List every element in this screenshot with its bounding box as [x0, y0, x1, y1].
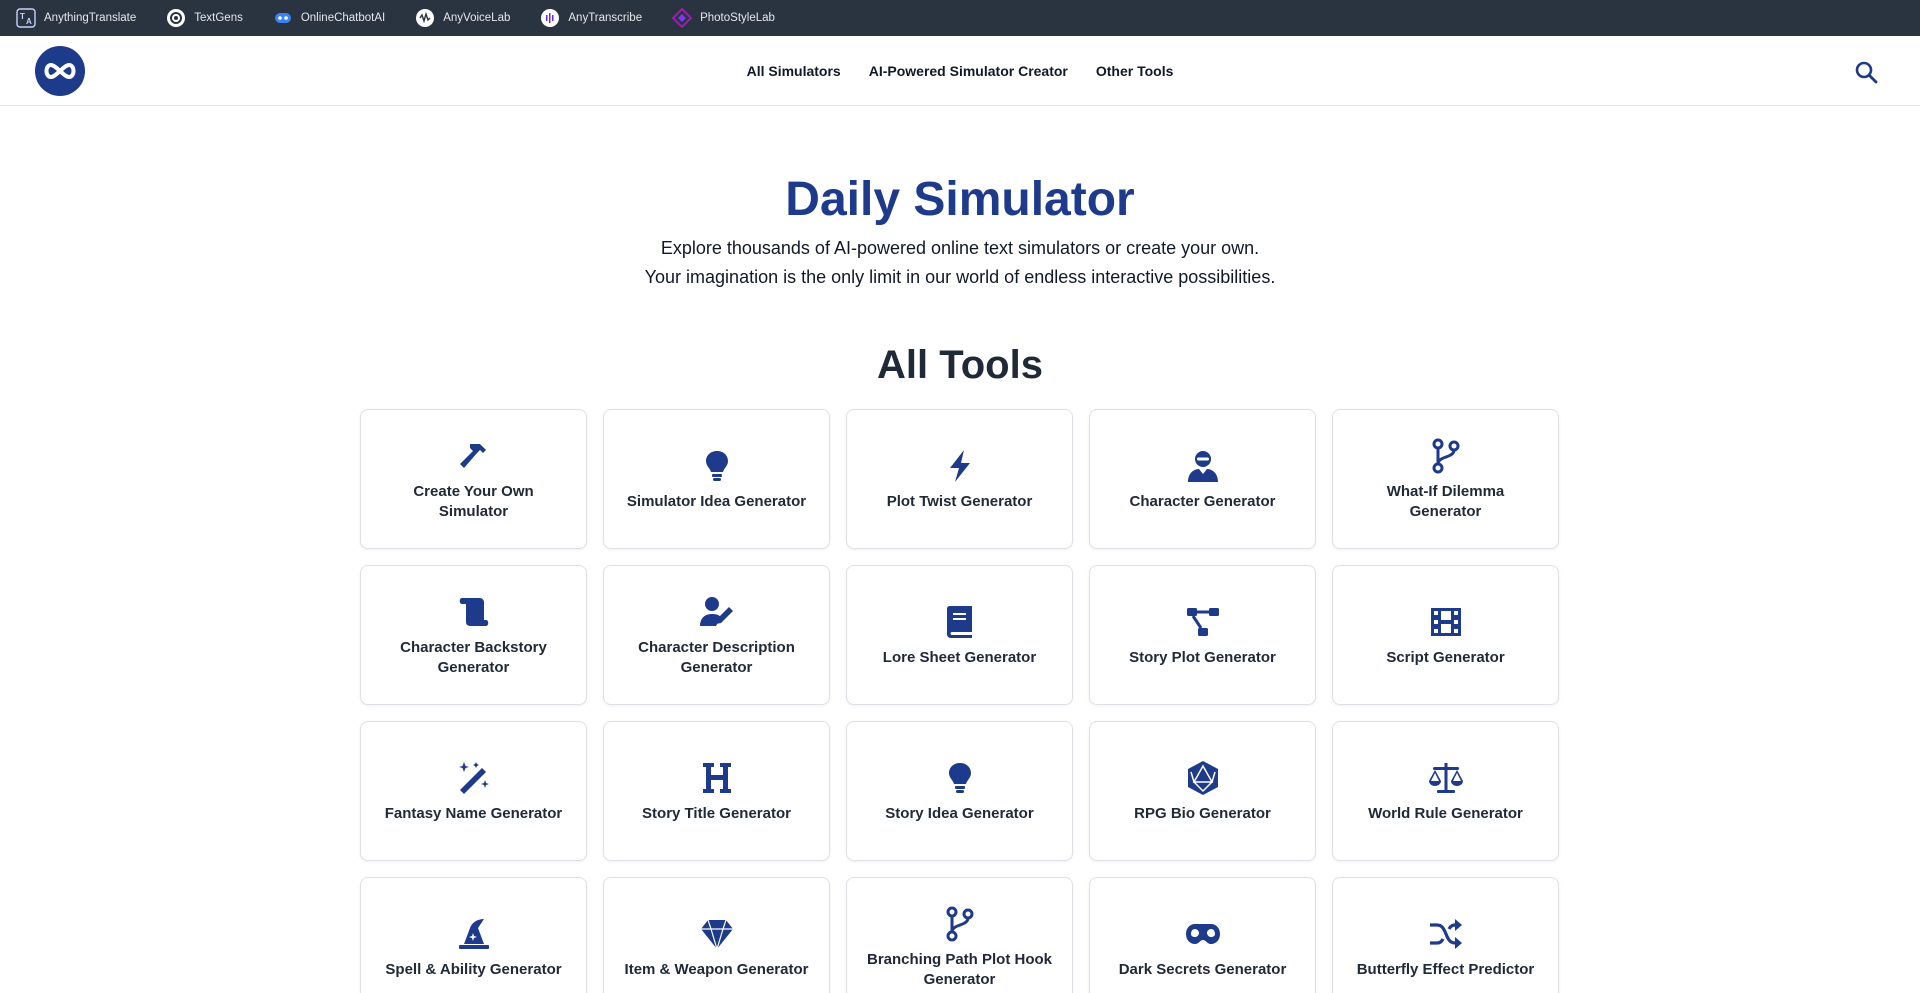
- nav-simulator-creator[interactable]: AI-Powered Simulator Creator: [869, 63, 1068, 79]
- tool-card[interactable]: Character Backstory Generator: [360, 565, 587, 705]
- tool-card[interactable]: Story Idea Generator: [846, 721, 1073, 861]
- tool-card[interactable]: Dark Secrets Generator: [1089, 877, 1316, 993]
- lightbulb-icon: [697, 446, 737, 486]
- tool-label: RPG Bio Generator: [1134, 805, 1271, 822]
- tools-grid: Create Your Own Simulator Simulator Idea…: [360, 409, 1560, 993]
- tool-label: Butterfly Effect Predictor: [1356, 961, 1535, 978]
- book-icon: [940, 602, 980, 642]
- tool-label: Create Your Own Simulator: [413, 483, 534, 520]
- partner-label: PhotoStyleLab: [700, 12, 775, 24]
- tool-card[interactable]: Story Title Generator: [603, 721, 830, 861]
- tool-card[interactable]: Story Plot Generator: [1089, 565, 1316, 705]
- tool-card[interactable]: Character Description Generator: [603, 565, 830, 705]
- partner-label: AnyTranscribe: [568, 12, 643, 24]
- tool-label: Dark Secrets Generator: [1118, 961, 1287, 978]
- heading-icon: [697, 758, 737, 798]
- tool-card[interactable]: What-If Dilemma Generator: [1332, 409, 1559, 549]
- tool-card[interactable]: Create Your Own Simulator: [360, 409, 587, 549]
- partner-link-anythingtranslate[interactable]: TA AnythingTranslate: [16, 0, 136, 36]
- scale-balanced-icon: [1426, 758, 1466, 798]
- tool-label: Lore Sheet Generator: [882, 649, 1037, 666]
- tool-card[interactable]: Item & Weapon Generator: [603, 877, 830, 993]
- partner-link-anyvoicelab[interactable]: AnyVoiceLab: [415, 0, 510, 36]
- section-heading: All Tools: [877, 343, 1043, 387]
- tool-card[interactable]: Fantasy Name Generator: [360, 721, 587, 861]
- partner-link-onlinechatbotai[interactable]: OnlineChatbotAI: [273, 0, 385, 36]
- gem-icon: [697, 914, 737, 954]
- bolt-icon: [940, 446, 980, 486]
- transcribe-icon: [540, 8, 560, 28]
- translate-icon: TA: [16, 8, 36, 28]
- svg-text:T: T: [20, 12, 25, 21]
- main-nav: All Simulators AI-Powered Simulator Crea…: [0, 36, 1920, 106]
- hero-description: Your imagination is the only limit in ou…: [644, 267, 1276, 287]
- tool-label: Script Generator: [1386, 649, 1505, 666]
- scroll-icon: [454, 592, 494, 632]
- chatbot-icon: [273, 8, 293, 28]
- film-icon: [1426, 602, 1466, 642]
- code-branch-icon: [1426, 436, 1466, 476]
- tool-label: Simulator Idea Generator: [626, 493, 807, 510]
- d20-dice-icon: [1183, 758, 1223, 798]
- partner-link-textgens[interactable]: TextGens: [166, 0, 243, 36]
- partner-bar: TA AnythingTranslate TextGens OnlineChat…: [0, 0, 1920, 36]
- textgens-icon: [166, 8, 186, 28]
- voicelab-icon: [415, 8, 435, 28]
- partner-label: AnyVoiceLab: [443, 12, 511, 24]
- shuffle-icon: [1426, 914, 1466, 954]
- diagram-icon: [1183, 602, 1223, 642]
- site-header: All Simulators AI-Powered Simulator Crea…: [0, 36, 1920, 106]
- partner-link-photostylelab[interactable]: PhotoStyleLab: [672, 0, 775, 36]
- nav-all-simulators[interactable]: All Simulators: [747, 63, 841, 79]
- tool-label: Character Generator: [1129, 493, 1276, 510]
- code-branch-icon: [940, 904, 980, 944]
- hammer-icon: [454, 436, 494, 476]
- tool-label: Story Plot Generator: [1129, 649, 1276, 666]
- tool-label: Spell & Ability Generator: [385, 961, 562, 978]
- tool-label: Fantasy Name Generator: [384, 805, 563, 822]
- partner-label: TextGens: [194, 12, 243, 24]
- tool-label: What-If Dilemma Generator: [1386, 483, 1505, 520]
- tool-label: Story Idea Generator: [885, 805, 1034, 822]
- tool-card[interactable]: RPG Bio Generator: [1089, 721, 1316, 861]
- hero-section: Daily Simulator Explore thousands of AI-…: [0, 106, 1920, 292]
- mask-icon: [1183, 914, 1223, 954]
- tool-label: Story Title Generator: [642, 805, 791, 822]
- partner-link-anytranscribe[interactable]: AnyTranscribe: [540, 0, 642, 36]
- photostyle-icon: [672, 8, 693, 28]
- nav-other-tools[interactable]: Other Tools: [1096, 63, 1174, 79]
- user-ninja-icon: [1183, 446, 1223, 486]
- page-title: Daily Simulator: [785, 173, 1135, 226]
- search-icon[interactable]: [1854, 60, 1878, 84]
- magic-wand-icon: [454, 758, 494, 798]
- tool-label: Character Description Generator: [638, 639, 795, 676]
- user-pen-icon: [697, 592, 737, 632]
- tool-card[interactable]: Spell & Ability Generator: [360, 877, 587, 993]
- tool-card[interactable]: Character Generator: [1089, 409, 1316, 549]
- tool-card[interactable]: World Rule Generator: [1332, 721, 1559, 861]
- tool-label: Character Backstory Generator: [400, 639, 547, 676]
- lightbulb-icon: [940, 758, 980, 798]
- tool-label: World Rule Generator: [1368, 805, 1523, 822]
- partner-label: OnlineChatbotAI: [300, 12, 386, 24]
- hat-wizard-icon: [454, 914, 494, 954]
- tool-card[interactable]: Simulator Idea Generator: [603, 409, 830, 549]
- tool-card[interactable]: Plot Twist Generator: [846, 409, 1073, 549]
- tool-label: Plot Twist Generator: [886, 493, 1033, 510]
- svg-text:A: A: [26, 17, 32, 26]
- tool-card[interactable]: Branching Path Plot Hook Generator: [846, 877, 1073, 993]
- infinity-logo-icon[interactable]: [35, 46, 85, 96]
- tool-label: Branching Path Plot Hook Generator: [866, 951, 1052, 988]
- hero-description: Explore thousands of AI-powered online t…: [660, 238, 1260, 258]
- tool-label: Item & Weapon Generator: [624, 961, 809, 978]
- tool-card[interactable]: Butterfly Effect Predictor: [1332, 877, 1559, 993]
- partner-label: AnythingTranslate: [44, 12, 137, 24]
- tool-card[interactable]: Lore Sheet Generator: [846, 565, 1073, 705]
- tool-card[interactable]: Script Generator: [1332, 565, 1559, 705]
